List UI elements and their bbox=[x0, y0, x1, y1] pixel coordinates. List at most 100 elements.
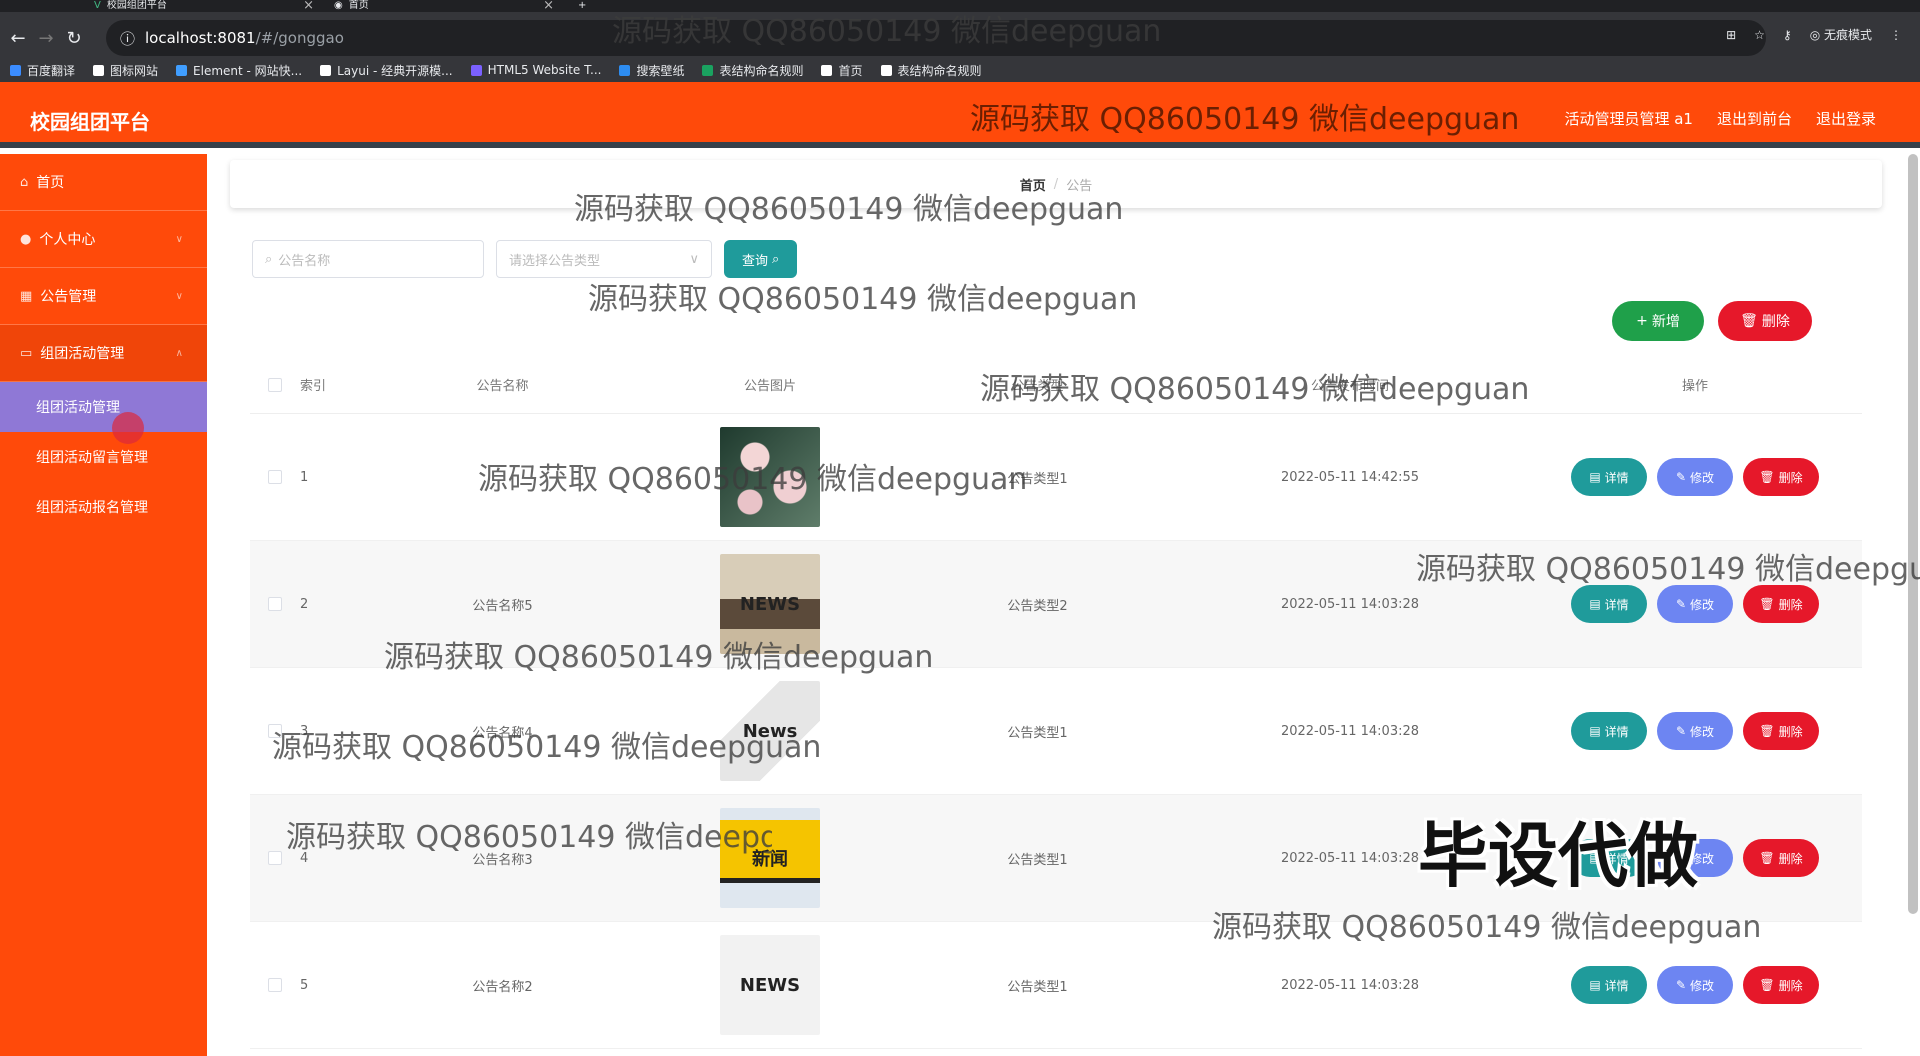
row-checkbox[interactable] bbox=[268, 724, 282, 738]
select-placeholder: 请选择公告类型 bbox=[509, 253, 601, 269]
sidebar-subitem-activity-manage[interactable]: 组团活动管理 bbox=[0, 382, 207, 432]
table-row: 5 公告名称2 NEWS 公告类型1 2022-05-11 14:03:28 ▤ 详情 ✎ 修改… bbox=[250, 922, 1862, 1049]
breadcrumb-home[interactable]: 首页 bbox=[1020, 175, 1046, 194]
edit-button[interactable]: ✎ 修改 bbox=[1657, 712, 1733, 750]
bookmark-icon bbox=[176, 64, 188, 76]
app-header: 校园组团平台 活动管理员管理 a1 退出到前台 退出登录 bbox=[0, 82, 1920, 148]
delete-button[interactable]: 🗑 删除 bbox=[1743, 458, 1819, 496]
cell-index: 4 bbox=[300, 850, 309, 866]
notice-image[interactable]: News bbox=[720, 681, 820, 781]
more-icon[interactable]: ⋮ bbox=[1890, 28, 1902, 42]
table-body: 1 公告类型1 2022-05-11 14:42:55 ▤ 详情 ✎ 修改 🗑 删除 2 公告名称5… bbox=[250, 414, 1862, 1049]
sidebar-item-notices[interactable]: ▦ 公告管理 ∨ bbox=[0, 268, 207, 325]
new-tab-button[interactable]: + bbox=[578, 0, 586, 12]
tab-title: 首页 bbox=[348, 0, 369, 11]
bookmark-label: 表结构命名规则 bbox=[719, 63, 804, 78]
thumbnail-text: News bbox=[742, 720, 798, 742]
browser-tab[interactable]: ◉ 首页 × bbox=[334, 0, 554, 12]
detail-label: 详情 bbox=[1604, 470, 1629, 485]
bookmark-item[interactable]: HTML5 Website T... bbox=[470, 63, 601, 77]
detail-label: 详情 bbox=[1604, 724, 1629, 739]
sidebar-subitem-activity-signups[interactable]: 组团活动报名管理 bbox=[0, 482, 207, 532]
bookmark-item[interactable]: 首页 bbox=[821, 62, 863, 79]
bookmark-label: 百度翻译 bbox=[27, 63, 76, 78]
back-icon[interactable]: ← bbox=[4, 28, 32, 49]
table-header: 索引 公告名称 公告图片 公告类型 公告发布时间 操作 bbox=[250, 356, 1862, 414]
row-checkbox[interactable] bbox=[268, 851, 282, 865]
back-to-front-link[interactable]: 退出到前台 bbox=[1717, 108, 1792, 129]
delete-button[interactable]: 🗑 删除 bbox=[1743, 712, 1819, 750]
trash-icon: 🗑 bbox=[1759, 724, 1775, 738]
detail-label: 详情 bbox=[1604, 978, 1629, 993]
notice-image[interactable] bbox=[720, 427, 820, 527]
thumbnail-text: 新闻 bbox=[752, 849, 788, 870]
row-checkbox[interactable] bbox=[268, 978, 282, 992]
bookmark-item[interactable]: 图标网站 bbox=[93, 62, 158, 79]
bookmark-label: Element - 网站快... bbox=[193, 63, 303, 78]
forward-icon[interactable]: → bbox=[32, 28, 60, 49]
bookmark-item[interactable]: Element - 网站快... bbox=[176, 62, 302, 79]
cursor-highlight bbox=[112, 412, 144, 444]
notice-type-select[interactable]: 请选择公告类型 ∨ bbox=[496, 240, 712, 278]
delete-button[interactable]: 🗑 删除 bbox=[1743, 966, 1819, 1004]
detail-button[interactable]: ▤ 详情 bbox=[1571, 712, 1647, 750]
user-icon: ● bbox=[20, 231, 32, 247]
chevron-down-icon: ∨ bbox=[175, 233, 183, 245]
header-name: 公告名称 bbox=[476, 379, 529, 394]
admin-user-link[interactable]: 活动管理员管理 a1 bbox=[1564, 108, 1693, 129]
edit-button[interactable]: ✎ 修改 bbox=[1657, 585, 1733, 623]
browser-actions: ⊞ ☆ ⚷ ◎ 无痕模式 ⋮ bbox=[1726, 26, 1902, 43]
bookmark-item[interactable]: 搜索壁纸 bbox=[619, 62, 684, 79]
header-time: 公告发布时间 bbox=[1310, 379, 1389, 394]
brand-title: 校园组团平台 bbox=[30, 110, 150, 134]
edit-label: 修改 bbox=[1690, 470, 1715, 485]
delete-button[interactable]: 🗑 删除 bbox=[1743, 585, 1819, 623]
sidebar-item-activities[interactable]: ▭ 组团活动管理 ∧ bbox=[0, 325, 207, 382]
notice-image[interactable]: NEWS bbox=[720, 554, 820, 654]
cell-type: 公告类型2 bbox=[1007, 598, 1068, 614]
delete-label: 删除 bbox=[1761, 314, 1790, 330]
query-button[interactable]: 查询 ⌕ bbox=[724, 240, 798, 278]
notice-image[interactable]: NEWS bbox=[720, 935, 820, 1035]
incognito-badge[interactable]: ◎ 无痕模式 bbox=[1810, 26, 1872, 43]
tab-title: 校园组团平台 bbox=[106, 0, 167, 11]
detail-button[interactable]: ▤ 详情 bbox=[1571, 458, 1647, 496]
key-icon[interactable]: ⚷ bbox=[1783, 28, 1792, 42]
detail-button[interactable]: ▤ 详情 bbox=[1571, 585, 1647, 623]
cell-type: 公告类型1 bbox=[1007, 471, 1068, 487]
edit-button[interactable]: ✎ 修改 bbox=[1657, 966, 1733, 1004]
delete-button[interactable]: 🗑 删除 bbox=[1743, 839, 1819, 877]
bookmark-item[interactable]: 百度翻译 bbox=[10, 62, 75, 79]
edit-icon: ✎ bbox=[1675, 978, 1687, 992]
logout-link[interactable]: 退出登录 bbox=[1816, 108, 1876, 129]
edit-button[interactable]: ✎ 修改 bbox=[1657, 458, 1733, 496]
batch-delete-button[interactable]: 🗑 删除 bbox=[1718, 301, 1812, 341]
detail-button[interactable]: ▤ 详情 bbox=[1571, 966, 1647, 1004]
close-icon[interactable]: × bbox=[303, 0, 314, 12]
row-checkbox[interactable] bbox=[268, 597, 282, 611]
reload-icon[interactable]: ↻ bbox=[60, 28, 88, 49]
bookmark-icon bbox=[93, 64, 105, 76]
select-all-checkbox[interactable] bbox=[268, 377, 282, 392]
notice-name-input[interactable]: ⌕ 公告名称 bbox=[252, 240, 484, 278]
browser-tab[interactable]: V 校园组团平台 × bbox=[94, 0, 314, 12]
cell-type: 公告类型1 bbox=[1007, 852, 1068, 868]
translate-icon[interactable]: ⊞ bbox=[1726, 28, 1736, 42]
scrollbar[interactable] bbox=[1908, 154, 1918, 914]
address-bar[interactable]: ⓘ localhost:8081/#/gonggao bbox=[106, 20, 1766, 56]
sidebar-subitem-activity-comments[interactable]: 组团活动留言管理 bbox=[0, 432, 207, 482]
delete-label: 删除 bbox=[1778, 851, 1803, 866]
add-button[interactable]: + 新增 bbox=[1612, 301, 1704, 341]
star-icon[interactable]: ☆ bbox=[1754, 28, 1765, 42]
bookmark-item[interactable]: 表结构命名规则 bbox=[880, 62, 982, 79]
notice-image[interactable]: 新闻 bbox=[720, 808, 820, 908]
bookmark-item[interactable]: Layui - 经典开源模... bbox=[320, 62, 453, 79]
bookmark-item[interactable]: 表结构命名规则 bbox=[702, 62, 803, 79]
delete-label: 删除 bbox=[1778, 597, 1803, 612]
row-checkbox[interactable] bbox=[268, 470, 282, 484]
sidebar-item-profile[interactable]: ● 个人中心 ∨ bbox=[0, 211, 207, 268]
search-icon: ⌕ bbox=[772, 251, 780, 267]
sidebar-item-home[interactable]: ⌂ 首页 bbox=[0, 154, 207, 211]
close-icon[interactable]: × bbox=[543, 0, 554, 12]
incognito-label: 无痕模式 bbox=[1823, 28, 1872, 42]
